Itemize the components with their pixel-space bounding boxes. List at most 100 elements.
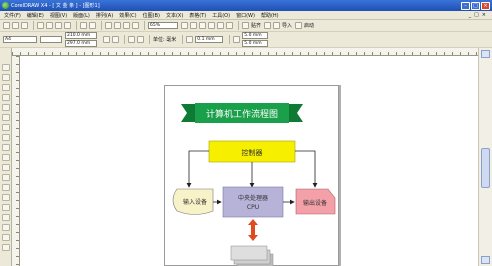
pick-tool-icon[interactable] xyxy=(2,64,10,71)
interactive-blend-tool-icon[interactable] xyxy=(2,204,10,211)
basic-shapes-tool-icon[interactable] xyxy=(2,154,10,161)
import-button-icon[interactable] xyxy=(273,22,281,29)
nudge-distance-field[interactable]: 0.1 mm xyxy=(195,36,224,43)
menu-help[interactable]: 帮助(H) xyxy=(261,12,279,19)
page-width-field[interactable]: 210.0 mm xyxy=(65,32,97,39)
fill-tool-icon[interactable] xyxy=(2,234,10,241)
polygon-tool-icon[interactable] xyxy=(2,144,10,151)
menu-layout[interactable]: 版面(L) xyxy=(73,12,90,19)
landscape-icon[interactable] xyxy=(112,36,119,43)
vertical-ruler[interactable] xyxy=(12,56,20,266)
eyedropper-tool-icon[interactable] xyxy=(2,214,10,221)
horizontal-ruler[interactable] xyxy=(12,48,478,56)
zoom-tool-icon[interactable] xyxy=(2,94,10,101)
freehand-tool-icon[interactable] xyxy=(2,104,10,111)
paper-size-select[interactable]: A4 xyxy=(3,36,37,43)
toolbar-separator xyxy=(124,35,125,44)
scroll-down-button[interactable] xyxy=(481,256,490,264)
smart-fill-tool-icon[interactable] xyxy=(2,114,10,121)
search-icon[interactable] xyxy=(105,22,112,29)
current-page-icon[interactable] xyxy=(137,36,144,43)
menu-table[interactable]: 表格(T) xyxy=(189,12,206,19)
menu-effects[interactable]: 效果(C) xyxy=(119,12,136,19)
options-icon[interactable] xyxy=(264,22,272,29)
import-icon[interactable] xyxy=(114,22,121,29)
new-document-icon[interactable] xyxy=(3,22,10,29)
zoom-level-select[interactable]: 65% xyxy=(148,22,178,29)
rectangle-tool-icon[interactable] xyxy=(2,124,10,131)
duplicate-distance: 5.0 mm 5.0 mm xyxy=(242,32,271,47)
text-tool-icon[interactable] xyxy=(2,164,10,171)
menu-bitmaps[interactable]: 位图(B) xyxy=(143,12,160,19)
page-dimensions: 210.0 mm 297.0 mm xyxy=(65,32,100,47)
zoom-in-icon[interactable] xyxy=(181,22,188,29)
menu-text[interactable]: 文本(X) xyxy=(166,12,183,19)
dimension-tool-icon[interactable] xyxy=(2,184,10,191)
doc-close-button[interactable]: × xyxy=(482,12,486,18)
connector-tool-icon[interactable] xyxy=(2,194,10,201)
portrait-icon[interactable] xyxy=(103,36,110,43)
maximize-button[interactable]: □ xyxy=(471,1,480,10)
application-launcher-icon[interactable] xyxy=(132,22,139,29)
guidelines-icon[interactable] xyxy=(226,22,233,29)
full-screen-icon[interactable] xyxy=(199,22,206,29)
units-select[interactable]: 单位: 毫米 xyxy=(153,36,176,43)
copy-icon[interactable] xyxy=(55,22,62,29)
print-icon[interactable] xyxy=(37,22,44,29)
title-banner[interactable]: 计算机工作流程图 xyxy=(181,103,303,123)
scroll-up-button[interactable] xyxy=(481,50,490,58)
snap-label[interactable]: 贴齐 xyxy=(251,22,261,29)
open-folder-icon[interactable] xyxy=(12,22,19,29)
vertical-scrollbar[interactable] xyxy=(478,48,492,266)
menu-tools[interactable]: 工具(O) xyxy=(212,12,230,19)
toolbar-separator xyxy=(101,21,102,30)
crop-tool-icon[interactable] xyxy=(2,84,10,91)
document-page[interactable]: 计算机工作流程图 控制器 输入设备 中央处理器 CPU 输出设备 xyxy=(164,85,339,266)
menu-file[interactable]: 文件(F) xyxy=(4,12,21,19)
toolbar-separator xyxy=(76,21,77,30)
launch-label[interactable]: 启动 xyxy=(304,22,314,29)
ellipse-tool-icon[interactable] xyxy=(2,134,10,141)
duplicate-x-field[interactable]: 5.0 mm xyxy=(242,32,269,39)
launch-icon[interactable] xyxy=(295,22,303,29)
redo-icon[interactable] xyxy=(89,22,96,29)
all-pages-icon[interactable] xyxy=(128,36,135,43)
save-icon[interactable] xyxy=(21,22,28,29)
paper-preset-select[interactable] xyxy=(40,36,62,43)
coreldraw-logo-icon xyxy=(2,2,9,9)
doc-restore-button[interactable]: □ xyxy=(474,12,479,18)
cpu-memory-double-arrow[interactable] xyxy=(248,219,258,241)
scrollbar-thumb[interactable] xyxy=(481,148,490,188)
menu-window[interactable]: 窗口(W) xyxy=(236,12,255,19)
export-icon[interactable] xyxy=(123,22,130,29)
paste-icon[interactable] xyxy=(64,22,71,29)
controller-to-output-connector xyxy=(295,150,318,188)
outline-tool-icon[interactable] xyxy=(2,224,10,231)
snap-icon[interactable] xyxy=(242,22,249,29)
page-height-field[interactable]: 297.0 mm xyxy=(65,40,97,47)
duplicate-y-field[interactable]: 5.0 mm xyxy=(242,40,269,47)
undo-icon[interactable] xyxy=(80,22,87,29)
doc-minimize-button[interactable]: _ xyxy=(469,12,472,18)
grid-icon[interactable] xyxy=(217,22,224,29)
menu-edit[interactable]: 编辑(E) xyxy=(27,12,44,19)
menu-bar: 文件(F) 编辑(E) 视图(V) 版面(L) 排列(A) 效果(C) 位图(B… xyxy=(0,11,492,20)
shape-tool-icon[interactable] xyxy=(2,74,10,81)
rulers-icon[interactable] xyxy=(208,22,215,29)
minimize-button[interactable]: – xyxy=(461,1,470,10)
cut-icon[interactable] xyxy=(46,22,53,29)
input-device-shape[interactable]: 输入设备 xyxy=(172,188,214,215)
zoom-out-icon[interactable] xyxy=(190,22,197,29)
document-window-controls: _ □ × xyxy=(469,12,486,18)
duplicate-distance-icon xyxy=(233,36,241,43)
output-device-shape[interactable]: 输出设备 xyxy=(295,188,336,215)
controller-box[interactable]: 控制器 xyxy=(208,140,296,163)
memory-stack-shape[interactable] xyxy=(230,245,274,266)
interactive-fill-tool-icon[interactable] xyxy=(2,244,10,251)
import-label[interactable]: 导入 xyxy=(282,22,292,29)
table-tool-icon[interactable] xyxy=(2,174,10,181)
close-button[interactable]: × xyxy=(481,1,490,10)
menu-arrange[interactable]: 排列(A) xyxy=(96,12,113,19)
cpu-box[interactable]: 中央处理器 CPU xyxy=(222,186,284,218)
menu-view[interactable]: 视图(V) xyxy=(50,12,67,19)
